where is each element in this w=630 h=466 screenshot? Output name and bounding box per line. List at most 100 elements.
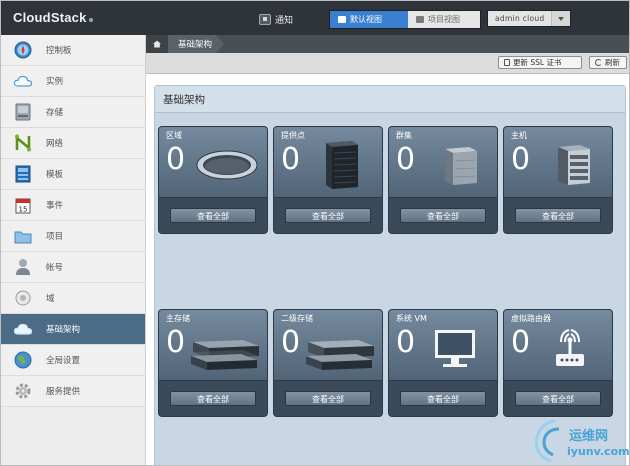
watermark-text-cn: 运维网 — [569, 429, 609, 444]
tile-count: 0 — [396, 325, 416, 360]
user-menu[interactable]: admin cloud — [487, 10, 571, 27]
tile-pods: 提供点 0 查看全部 — [273, 126, 383, 234]
infrastructure-cloud-icon — [13, 320, 33, 338]
tile-count: 0 — [166, 325, 186, 360]
sidebar-item-label: 网络 — [46, 139, 64, 149]
sidebar-item-domains[interactable]: 域 — [1, 283, 145, 314]
brand-logo: CloudStack — [13, 10, 87, 25]
globe-settings-icon — [13, 351, 33, 369]
view-all-button[interactable]: 查看全部 — [285, 208, 371, 223]
monitor-icon — [435, 330, 475, 367]
tile-count: 0 — [166, 142, 186, 177]
app-window: CloudStack 通知 默认视图 项目视图 admin cloud 控制板 … — [0, 0, 630, 466]
update-ssl-label: 更新 SSL 证书 — [513, 58, 562, 67]
sidebar-item-dashboard[interactable]: 控制板 — [1, 35, 145, 66]
sidebar-item-events[interactable]: 15 事件 — [1, 190, 145, 221]
panel-header: 基础架构 — [155, 86, 625, 113]
tile-virtual-routers: 虚拟路由器 0 查看全部 — [503, 309, 613, 417]
refresh-icon — [595, 59, 602, 66]
router-icon — [556, 329, 584, 366]
sidebar-nav: 控制板 实例 存储 网络 模板 15 事件 项目 帐号 域 基础架构 全局设置 … — [1, 35, 146, 465]
tile-count: 0 — [396, 142, 416, 177]
user-menu-dropdown[interactable] — [551, 11, 570, 26]
update-ssl-button[interactable]: 更新 SSL 证书 — [498, 56, 582, 69]
network-icon — [13, 134, 33, 152]
tile-primary-storage: 主存储 0 查看全部 — [158, 309, 268, 417]
primary-storage-icon — [191, 340, 259, 370]
tile-secondary-storage: 二级存储 0 查看全部 — [273, 309, 383, 417]
sidebar-item-label: 事件 — [46, 201, 64, 211]
view-all-button[interactable]: 查看全部 — [400, 208, 486, 223]
user-icon — [13, 258, 33, 276]
watermark-logo-icon — [534, 419, 560, 463]
tile-label: 区域 — [166, 131, 182, 140]
view-all-button[interactable]: 查看全部 — [170, 208, 256, 223]
folder-icon — [13, 227, 33, 245]
view-all-button[interactable]: 查看全部 — [285, 391, 371, 406]
template-icon — [13, 165, 33, 183]
notification-icon — [259, 13, 271, 25]
tab-default-view[interactable]: 默认视图 — [330, 11, 408, 28]
view-all-button[interactable]: 查看全部 — [170, 391, 256, 406]
project-view-icon — [416, 16, 424, 23]
breadcrumb-current[interactable]: 基础架构 — [168, 35, 224, 53]
view-all-button[interactable]: 查看全部 — [515, 208, 601, 223]
sidebar-item-label: 帐号 — [46, 263, 64, 273]
cloud-icon — [13, 72, 33, 90]
main-content: 基础架构 更新 SSL 证书 刷新 基础架构 区域 0 查看全部 提供点 0 查… — [146, 35, 629, 465]
dashboard-compass-icon — [13, 41, 33, 59]
domain-icon — [13, 289, 33, 307]
user-name: admin cloud — [495, 14, 545, 23]
sidebar-item-network[interactable]: 网络 — [1, 128, 145, 159]
home-icon — [153, 40, 161, 48]
watermark-text-url: iyunv.com — [567, 445, 630, 458]
view-all-button[interactable]: 查看全部 — [400, 391, 486, 406]
sidebar-item-label: 项目 — [46, 232, 64, 242]
lock-icon — [504, 59, 510, 66]
sidebar-item-storage[interactable]: 存储 — [1, 97, 145, 128]
gear-icon — [13, 382, 33, 400]
tile-count: 0 — [511, 325, 531, 360]
tab-project-view-label: 项目视图 — [428, 15, 460, 24]
view-switcher: 默认视图 项目视图 — [329, 10, 481, 29]
tile-label: 主机 — [511, 131, 527, 140]
refresh-label: 刷新 — [605, 58, 620, 67]
brand-mark-icon — [89, 18, 93, 22]
sidebar-item-label: 存储 — [46, 108, 64, 118]
notifications-label: 通知 — [275, 15, 294, 26]
sidebar-item-label: 基础架构 — [46, 325, 81, 335]
sidebar-item-global-settings[interactable]: 全局设置 — [1, 345, 145, 376]
svg-text:15: 15 — [19, 205, 28, 213]
sidebar-item-label: 模板 — [46, 170, 64, 180]
tile-clusters: 群集 0 查看全部 — [388, 126, 498, 234]
tile-system-vms: 系统 VM 0 查看全部 — [388, 309, 498, 417]
tile-count: 0 — [281, 142, 301, 177]
sidebar-item-projects[interactable]: 项目 — [1, 221, 145, 252]
tile-zones: 区域 0 查看全部 — [158, 126, 268, 234]
storage-disk-icon — [13, 103, 33, 121]
infrastructure-panel: 基础架构 区域 0 查看全部 提供点 0 查看全部 群集 0 查看全部 主机 0… — [154, 85, 626, 465]
host-server-icon — [558, 145, 590, 185]
tab-project-view[interactable]: 项目视图 — [408, 11, 480, 28]
sidebar-item-infrastructure[interactable]: 基础架构 — [1, 314, 145, 345]
sidebar-item-templates[interactable]: 模板 — [1, 159, 145, 190]
watermark: 运维网 iyunv.com — [529, 417, 629, 465]
sidebar-item-label: 控制板 — [46, 46, 72, 56]
top-header: CloudStack 通知 默认视图 项目视图 admin cloud — [1, 1, 629, 35]
sidebar-item-service-offerings[interactable]: 服务提供 — [1, 376, 145, 407]
sidebar-item-instances[interactable]: 实例 — [1, 66, 145, 97]
view-all-button[interactable]: 查看全部 — [515, 391, 601, 406]
breadcrumb: 基础架构 — [146, 35, 629, 53]
sidebar-item-label: 实例 — [46, 77, 64, 87]
home-breadcrumb[interactable] — [146, 35, 168, 53]
tile-hosts: 主机 0 查看全部 — [503, 126, 613, 234]
tab-default-view-label: 默认视图 — [350, 15, 382, 24]
zone-ring-icon — [196, 150, 258, 180]
tile-label: 群集 — [396, 131, 412, 140]
sidebar-item-label: 域 — [46, 294, 55, 304]
refresh-button[interactable]: 刷新 — [589, 56, 627, 69]
notifications-button[interactable]: 通知 — [259, 12, 293, 26]
tile-count: 0 — [511, 142, 531, 177]
sidebar-item-accounts[interactable]: 帐号 — [1, 252, 145, 283]
tile-count: 0 — [281, 325, 301, 360]
